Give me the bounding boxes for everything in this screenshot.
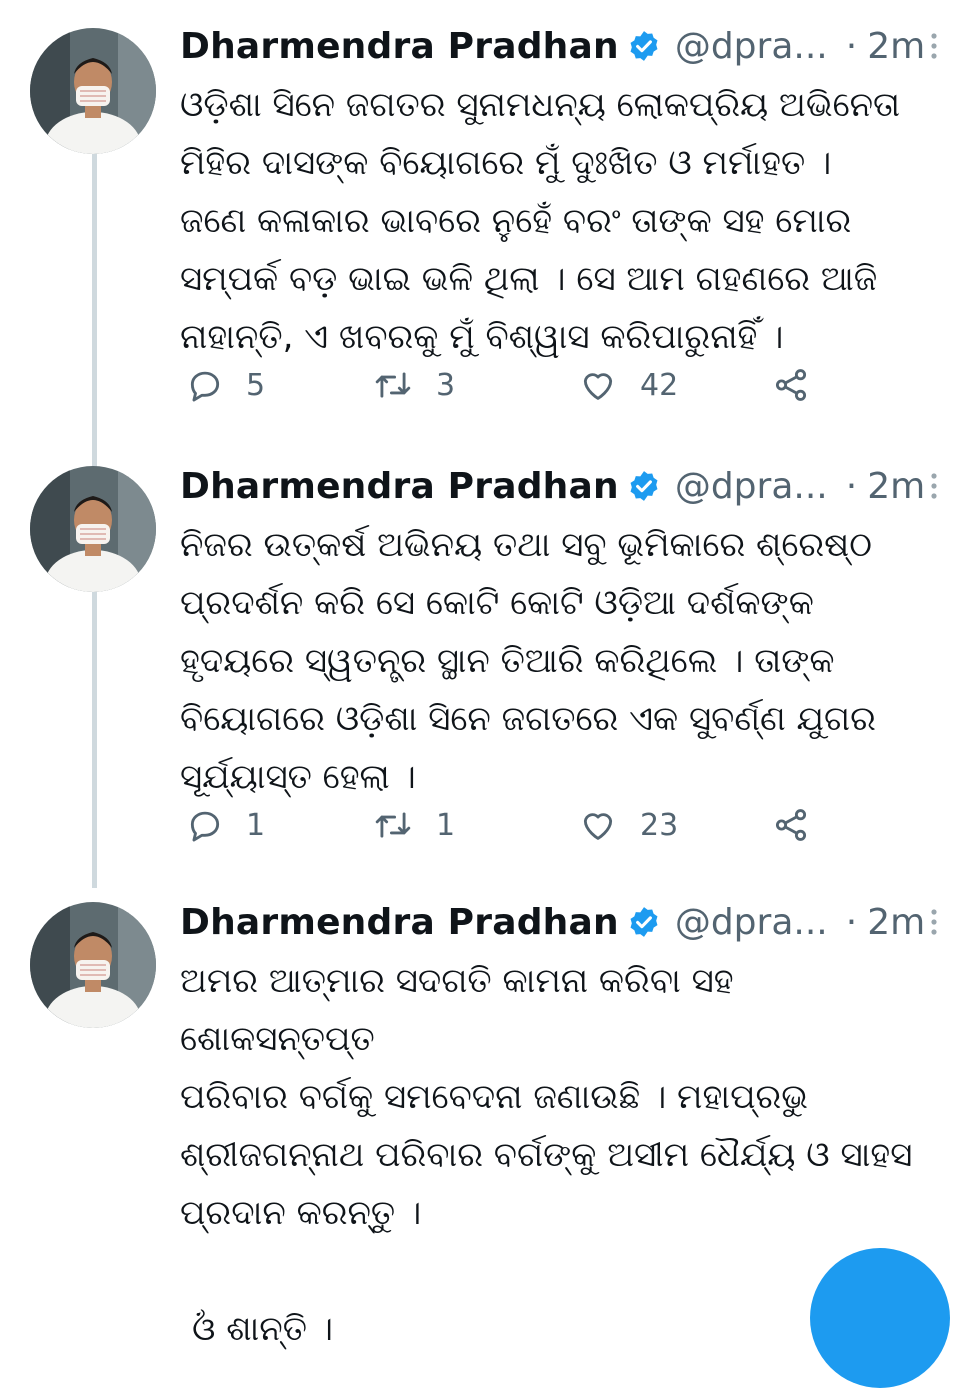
heart-icon bbox=[583, 373, 613, 400]
tweet-text-line: ନିଜର ଉତ୍କର୍ଷ ଅଭିନୟ ତଥା ସବୁ ଭୂମିକାରେ ଶ୍ରେ… bbox=[180, 525, 872, 565]
author-name[interactable]: Dharmendra Pradhan bbox=[180, 26, 619, 67]
tweet-actions: 5 3 42 bbox=[186, 366, 826, 406]
retweet-count: 3 bbox=[436, 367, 456, 403]
reply-count: 1 bbox=[246, 807, 266, 843]
tweet-closing-line: ଓଁ ଶାନ୍ତି । bbox=[192, 1309, 334, 1349]
share-button[interactable] bbox=[772, 366, 810, 404]
share-icon bbox=[775, 369, 807, 401]
author-handle[interactable]: @dpra... bbox=[675, 26, 828, 67]
timestamp[interactable]: 2m bbox=[867, 466, 925, 507]
retweet-button[interactable]: 1 bbox=[372, 806, 455, 844]
avatar[interactable] bbox=[30, 902, 156, 1028]
tweet-text-line: ଶ୍ରୀଜଗନ୍ନାଥ ପରିବାର ବର୍ଗଙ୍କୁ ଅସୀମ ଧୈର୍ଯ୍ୟ… bbox=[180, 1135, 913, 1175]
separator-dot: · bbox=[845, 901, 858, 943]
reply-button[interactable]: 1 bbox=[186, 806, 265, 844]
more-options-icon[interactable] bbox=[926, 468, 942, 504]
tweet-text-line: ସମ୍ପର୍କ ବଡ଼ ଭାଇ ଭଳି ଥିଲା । ସେ ଆମ ଗହଣରେ ଆ… bbox=[180, 259, 878, 299]
tweet-header: Dharmendra Pradhan @dpra... · 2m bbox=[180, 462, 942, 510]
tweet-header: Dharmendra Pradhan @dpra... · 2m bbox=[180, 898, 942, 946]
tweet-text-line: ମିହିର ଦାସଙ୍କ ବିୟୋଗରେ ମୁଁ ଦୁଃଖିତ ଓ ମର୍ମାହ… bbox=[180, 143, 832, 183]
like-button[interactable]: 23 bbox=[578, 806, 678, 844]
share-icon bbox=[775, 809, 807, 841]
reply-count: 5 bbox=[246, 367, 266, 403]
like-button[interactable]: 42 bbox=[578, 366, 678, 404]
author-name[interactable]: Dharmendra Pradhan bbox=[180, 902, 619, 943]
tweet-text-line: ପ୍ରଦାନ କରନ୍ତୁ । bbox=[180, 1193, 422, 1233]
tweet-text-line: ସୂର୍ଯ୍ୟାସ୍ତ ହେଲା । bbox=[180, 757, 416, 797]
verified-badge-icon bbox=[630, 907, 658, 937]
heart-icon bbox=[583, 813, 613, 840]
tweet-text-line: ଜଣେ କଳାକାର ଭାବରେ ନୁହେଁ ବରଂ ତାଙ୍କ ସହ ମୋର bbox=[180, 201, 852, 241]
tweet-text: ଓଡ଼ିଶା ସିନେ ଜଗତର ସୁନାମଧନ୍ୟ ଲୋକପ୍ରିୟ ଅଭିନ… bbox=[180, 76, 920, 366]
author-handle[interactable]: @dpra... bbox=[675, 902, 828, 943]
tweet-text-line: ଓଡ଼ିଶା ସିନେ ଜଗତର ସୁନାମଧନ୍ୟ ଲୋକପ୍ରିୟ ଅଭିନ… bbox=[180, 85, 901, 125]
tweet-text-line: ପରିବାର ବର୍ଗକୁ ସମବେଦନା ଜଣାଉଛି । ମହାପ୍ରଭୁ bbox=[180, 1077, 809, 1117]
verified-badge-icon bbox=[630, 471, 658, 501]
retweet-icon bbox=[375, 372, 411, 398]
retweet-count: 1 bbox=[436, 807, 456, 843]
author-handle[interactable]: @dpra... bbox=[675, 466, 828, 507]
avatar[interactable] bbox=[30, 466, 156, 592]
tweet-header: Dharmendra Pradhan @dpra... · 2m bbox=[180, 22, 942, 70]
tweet-text: ନିଜର ଉତ୍କର୍ଷ ଅଭିନୟ ତଥା ସବୁ ଭୂମିକାରେ ଶ୍ରେ… bbox=[180, 516, 920, 806]
timestamp[interactable]: 2m bbox=[867, 902, 925, 943]
separator-dot: · bbox=[845, 25, 858, 67]
avatar[interactable] bbox=[30, 28, 156, 154]
tweet-text-line: ପ୍ରଦର୍ଶନ କରି ସେ କୋଟି କୋଟି ଓଡ଼ିଆ ଦର୍ଶକଙ୍କ bbox=[180, 583, 814, 623]
more-options-icon[interactable] bbox=[926, 28, 942, 64]
retweet-icon bbox=[375, 812, 411, 838]
tweet-text-line: ହୃଦୟରେ ସ୍ୱତନ୍ତ୍ର ସ୍ଥାନ ତିଆରି କରିଥିଲେ । ତ… bbox=[180, 641, 835, 681]
tweet-text: ଅମର ଆତ୍ମାର ସଦଗତି କାମନା କରିବା ସହ ଶୋକସନ୍ତପ… bbox=[180, 952, 920, 1358]
like-count: 23 bbox=[640, 807, 679, 843]
retweet-button[interactable]: 3 bbox=[372, 366, 455, 404]
author-name[interactable]: Dharmendra Pradhan bbox=[180, 466, 619, 507]
share-button[interactable] bbox=[772, 806, 810, 844]
tweet-text-line: ବିୟୋଗରେ ଓଡ଼ିଶା ସିନେ ଜଗତରେ ଏକ ସୁବର୍ଣ୍ଣ ଯୁ… bbox=[180, 699, 876, 739]
more-options-icon[interactable] bbox=[926, 904, 942, 940]
timestamp[interactable]: 2m bbox=[867, 26, 925, 67]
tweet-text-line: ନାହାନ୍ତି, ଏ ଖବରକୁ ମୁଁ ବିଶ୍ୱାସ କରିପାରୁନାହ… bbox=[180, 317, 784, 357]
like-count: 42 bbox=[640, 367, 679, 403]
tweet-text-line: ଅମର ଆତ୍ମାର ସଦଗତି କାମନା କରିବା ସହ ଶୋକସନ୍ତପ… bbox=[180, 961, 734, 1059]
tweet-actions: 1 1 23 bbox=[186, 806, 826, 846]
reply-icon bbox=[190, 811, 220, 842]
reply-icon bbox=[190, 371, 220, 402]
separator-dot: · bbox=[845, 465, 858, 507]
reply-button[interactable]: 5 bbox=[186, 366, 265, 404]
verified-badge-icon bbox=[630, 31, 658, 61]
compose-tweet-button[interactable] bbox=[810, 1248, 950, 1388]
